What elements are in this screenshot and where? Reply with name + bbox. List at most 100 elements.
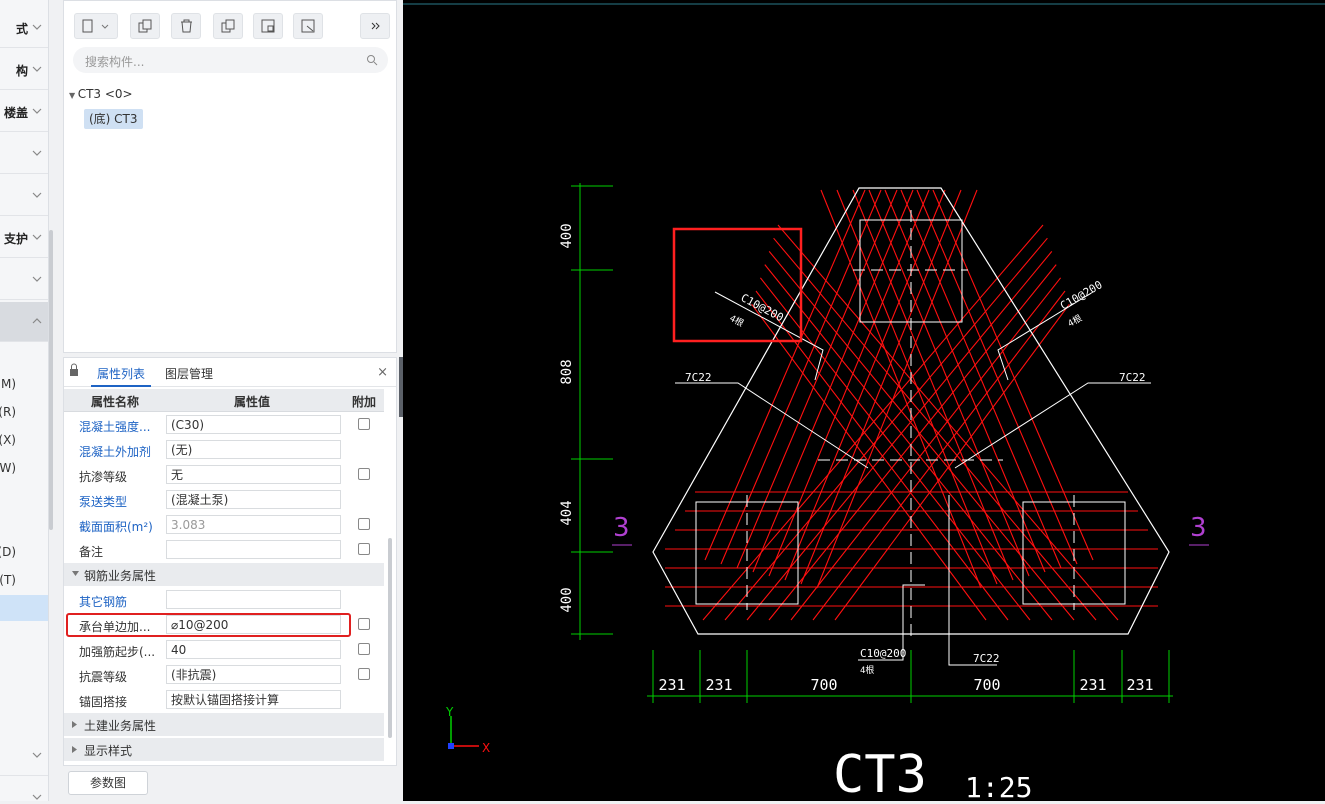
property-name: 抗震等级 xyxy=(79,670,128,684)
extra-checkbox[interactable] xyxy=(358,543,370,555)
properties-scrollbar[interactable] xyxy=(388,538,392,738)
search-input[interactable]: 搜索构件... xyxy=(73,47,388,73)
nav-scrollbar[interactable] xyxy=(49,230,53,530)
layer-copy-icon xyxy=(261,19,275,33)
delete-button[interactable] xyxy=(171,13,201,39)
copy-button[interactable] xyxy=(130,13,160,39)
property-value-field[interactable]: (C30) xyxy=(166,415,341,434)
group-display[interactable]: 显示样式 xyxy=(64,738,384,761)
rebar-line xyxy=(704,189,866,561)
dim-text: 231 xyxy=(1126,676,1153,694)
property-value-field[interactable]: 按默认锚固搭接计算 xyxy=(166,690,341,709)
property-row[interactable]: 截面面积(m²) 3.083 xyxy=(64,513,384,538)
expand-toolbar-button[interactable] xyxy=(360,13,390,39)
expand-icon xyxy=(72,721,77,728)
sub-item-x[interactable]: (X) xyxy=(0,428,48,454)
property-value-field[interactable] xyxy=(166,590,341,609)
nav-item-support[interactable]: 支护 xyxy=(0,218,48,258)
trash-icon xyxy=(181,19,192,33)
ucs-axis-icon: Y X xyxy=(445,705,490,755)
property-row[interactable]: 备注 xyxy=(64,538,384,563)
tab-layer-management[interactable]: 图层管理 xyxy=(165,365,213,382)
property-row[interactable]: 锚固搭接 按默认锚固搭接计算 xyxy=(64,688,384,713)
sub-item-t[interactable]: (T) xyxy=(0,568,48,594)
header-name: 属性名称 xyxy=(91,395,140,409)
drawing-scale: 1:25 xyxy=(965,771,1032,801)
nav-item-style[interactable]: 式 xyxy=(0,8,48,48)
dim-text: 808 xyxy=(559,359,575,384)
parameter-diagram-button[interactable]: 参数图 xyxy=(68,771,148,795)
new-component-button[interactable] xyxy=(74,13,118,39)
nav-item-bottom-1[interactable] xyxy=(0,736,48,776)
property-value-field[interactable] xyxy=(166,540,341,559)
property-value-field[interactable]: 无 xyxy=(166,465,341,484)
property-row[interactable]: 混凝土强度... (C30) xyxy=(64,413,384,438)
nav-item-structure[interactable]: 构 xyxy=(0,50,48,90)
nav-item-bottom-2[interactable] xyxy=(0,778,48,801)
nav-item-4[interactable] xyxy=(0,134,48,174)
new-file-icon xyxy=(82,19,109,33)
property-value-field[interactable]: (无) xyxy=(166,440,341,459)
property-row[interactable]: 加强筋起步(... 40 xyxy=(64,638,384,663)
rebar-line xyxy=(768,251,1075,621)
sub-item-selected[interactable] xyxy=(0,595,48,621)
property-row[interactable]: 抗震等级 (非抗震) xyxy=(64,663,384,688)
dim-text: 400 xyxy=(559,223,575,248)
export-button[interactable] xyxy=(293,13,323,39)
group-civil[interactable]: 土建业务属性 xyxy=(64,713,384,736)
rebar-line xyxy=(777,224,1119,621)
extra-checkbox[interactable] xyxy=(358,618,370,630)
property-value-field[interactable]: 3.083 xyxy=(166,515,341,534)
rebar-label: 7C22 xyxy=(973,652,1000,665)
dim-text: 231 xyxy=(658,676,685,694)
sub-item-d[interactable]: (D) xyxy=(0,540,48,566)
nav-item-label: 构 xyxy=(15,64,28,78)
nav-item-floor[interactable]: 楼盖 xyxy=(0,92,48,132)
property-name: 备注 xyxy=(79,545,104,559)
property-name: 泵送类型 xyxy=(79,495,128,509)
double-chevron-right-icon xyxy=(371,22,380,30)
extra-checkbox[interactable] xyxy=(358,518,370,530)
nav-item-label: 楼盖 xyxy=(3,106,28,120)
table-header: 属性名称 属性值 附加 xyxy=(64,389,384,412)
property-row[interactable]: 其它钢筋 xyxy=(64,588,384,613)
extra-checkbox[interactable] xyxy=(358,468,370,480)
rebar-label: 7C22 xyxy=(1119,371,1146,384)
extra-checkbox[interactable] xyxy=(358,418,370,430)
duplicate-button[interactable] xyxy=(213,13,243,39)
cad-canvas[interactable]: C10@200 4根 C10@200 4根 C10@200 4根 7C22 7C… xyxy=(403,0,1325,804)
rebar-label: C10@200 xyxy=(860,647,906,660)
close-icon[interactable]: × xyxy=(377,365,388,380)
property-value-field[interactable]: (非抗震) xyxy=(166,665,341,684)
extra-checkbox[interactable] xyxy=(358,668,370,680)
property-row[interactable]: 泵送类型 (混凝土泵) xyxy=(64,488,384,513)
nav-item-7[interactable] xyxy=(0,260,48,300)
horizontal-dimension-texts: 231 231 700 700 231 231 xyxy=(658,676,1153,694)
sub-item-w[interactable]: (W) xyxy=(0,456,48,482)
lock-icon[interactable] xyxy=(69,363,79,377)
drawing: C10@200 4根 C10@200 4根 C10@200 4根 7C22 7C… xyxy=(403,3,1325,804)
property-row[interactable]: 混凝土外加剂 (无) xyxy=(64,438,384,463)
tree-root[interactable]: ▼ CT3 <0> xyxy=(69,87,133,101)
property-value-field[interactable]: 40 xyxy=(166,640,341,659)
sub-item-m[interactable]: (M) xyxy=(0,372,48,398)
tree-expand-icon: ▼ xyxy=(69,91,78,100)
group-rebar[interactable]: 钢筋业务属性 xyxy=(64,563,384,586)
tab-property-list[interactable]: 属性列表 xyxy=(90,365,152,387)
rebar-line xyxy=(784,189,946,581)
chevron-down-icon xyxy=(32,24,42,30)
property-row[interactable]: 抗渗等级 无 xyxy=(64,463,384,488)
chevron-down-icon xyxy=(32,276,42,282)
layer-copy-button[interactable] xyxy=(253,13,283,39)
nav-item-foundation[interactable] xyxy=(0,302,48,342)
tree-item-selected[interactable]: (底) CT3 xyxy=(84,109,143,129)
sub-item-r[interactable]: (R) xyxy=(0,400,48,426)
extra-checkbox[interactable] xyxy=(358,643,370,655)
section-mark-left: 3 xyxy=(613,513,630,543)
properties-panel: 属性列表 图层管理 × 属性名称 属性值 附加 混凝土强度... (C30) 混凝土… xyxy=(63,357,397,766)
sub-item-label: (X) xyxy=(0,433,16,447)
property-value-field[interactable]: (混凝土泵) xyxy=(166,490,341,509)
sub-item-label: (R) xyxy=(0,405,16,419)
nav-item-label: 式 xyxy=(15,22,28,36)
nav-item-5[interactable] xyxy=(0,176,48,216)
